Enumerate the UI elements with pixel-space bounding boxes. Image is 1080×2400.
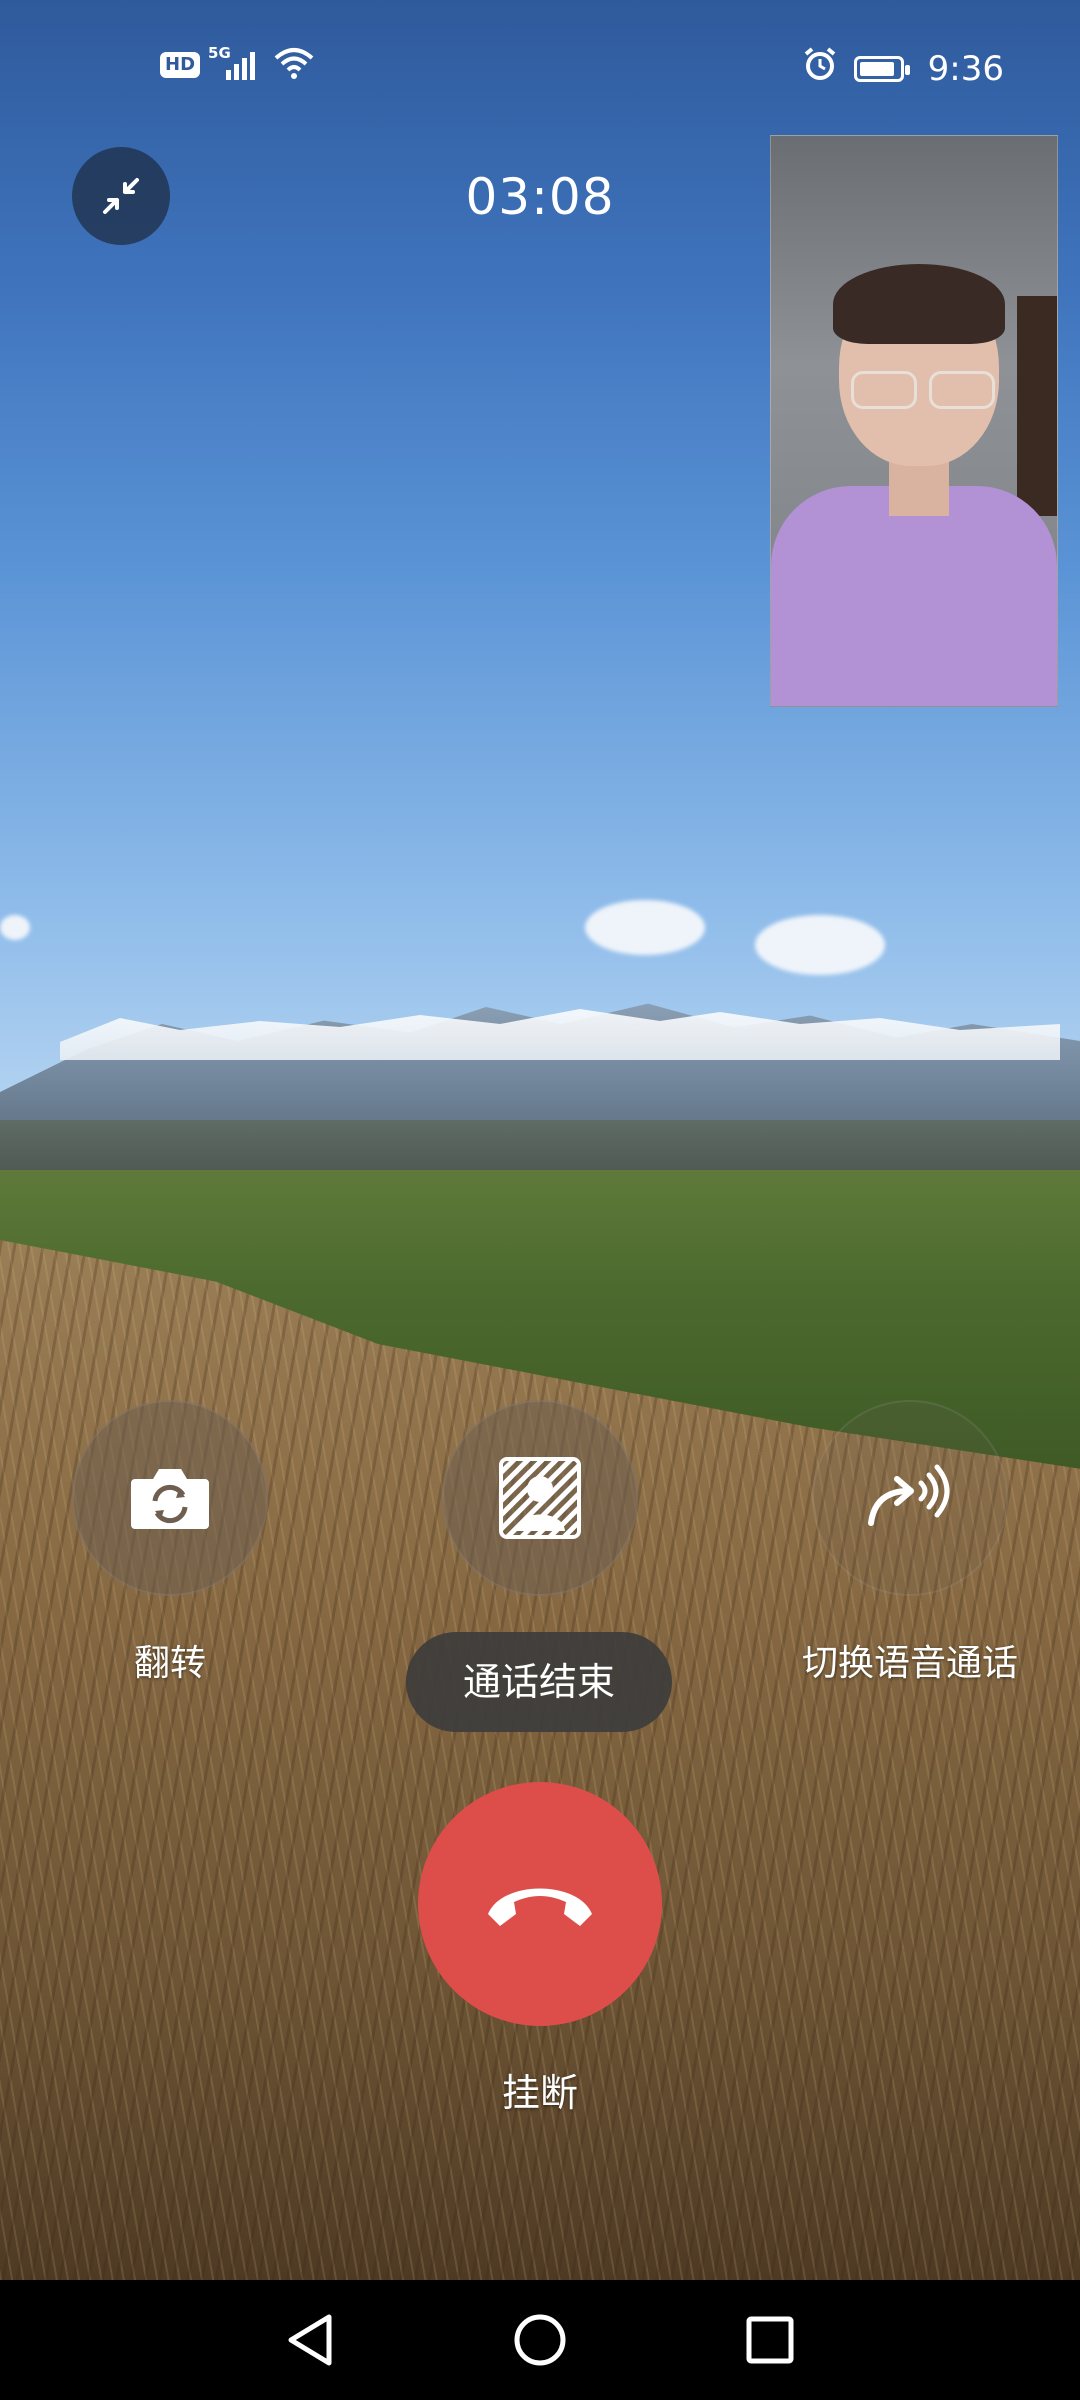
wifi-icon <box>272 46 316 84</box>
hd-icon: HD <box>160 52 201 78</box>
phone-hangup-icon <box>488 1888 592 1926</box>
pip-hair <box>833 264 1005 344</box>
recents-button[interactable] <box>735 2305 805 2375</box>
switch-to-voice-icon <box>868 1464 950 1526</box>
navigation-bar <box>0 2280 1080 2400</box>
flip-label: 翻转 <box>133 1643 206 1684</box>
home-button[interactable] <box>505 2305 575 2375</box>
background-effect-button[interactable] <box>442 1400 638 1596</box>
cloud <box>755 915 885 975</box>
status-right: 9:36 <box>802 46 1004 91</box>
camera-flip-icon <box>131 1469 209 1529</box>
back-button[interactable] <box>275 2305 345 2375</box>
switch-voice-label: 切换语音通话 <box>801 1643 1018 1684</box>
hangup-label: 挂断 <box>501 2071 578 2115</box>
self-view-pip[interactable] <box>770 135 1058 707</box>
pip-glasses <box>843 371 1003 411</box>
clock: 9:36 <box>927 48 1004 89</box>
portrait-background-icon <box>499 1457 581 1539</box>
pip-background <box>1017 296 1057 516</box>
recents-square-icon <box>746 2316 794 2364</box>
hangup-button[interactable] <box>418 1782 662 2026</box>
cloud <box>0 915 30 940</box>
status-bar: HD 5G 9:36 <box>0 0 1080 130</box>
status-left: HD 5G <box>160 44 316 84</box>
background-effect-action <box>420 1400 660 1596</box>
call-ended-toast: 通话结束 <box>406 1632 672 1732</box>
home-circle-icon <box>514 2314 566 2366</box>
signal-icon: 5G <box>208 44 264 82</box>
battery-icon <box>853 55 910 82</box>
switch-voice-button[interactable] <box>812 1400 1008 1596</box>
flip-camera-action: 翻转 <box>50 1400 290 1686</box>
switch-voice-action: 切换语音通话 <box>790 1400 1030 1686</box>
pip-hoodie <box>771 486 1057 706</box>
cloud <box>585 900 705 955</box>
alarm-icon <box>802 46 838 91</box>
flip-camera-button[interactable] <box>72 1400 268 1596</box>
back-triangle-icon <box>288 2314 332 2366</box>
